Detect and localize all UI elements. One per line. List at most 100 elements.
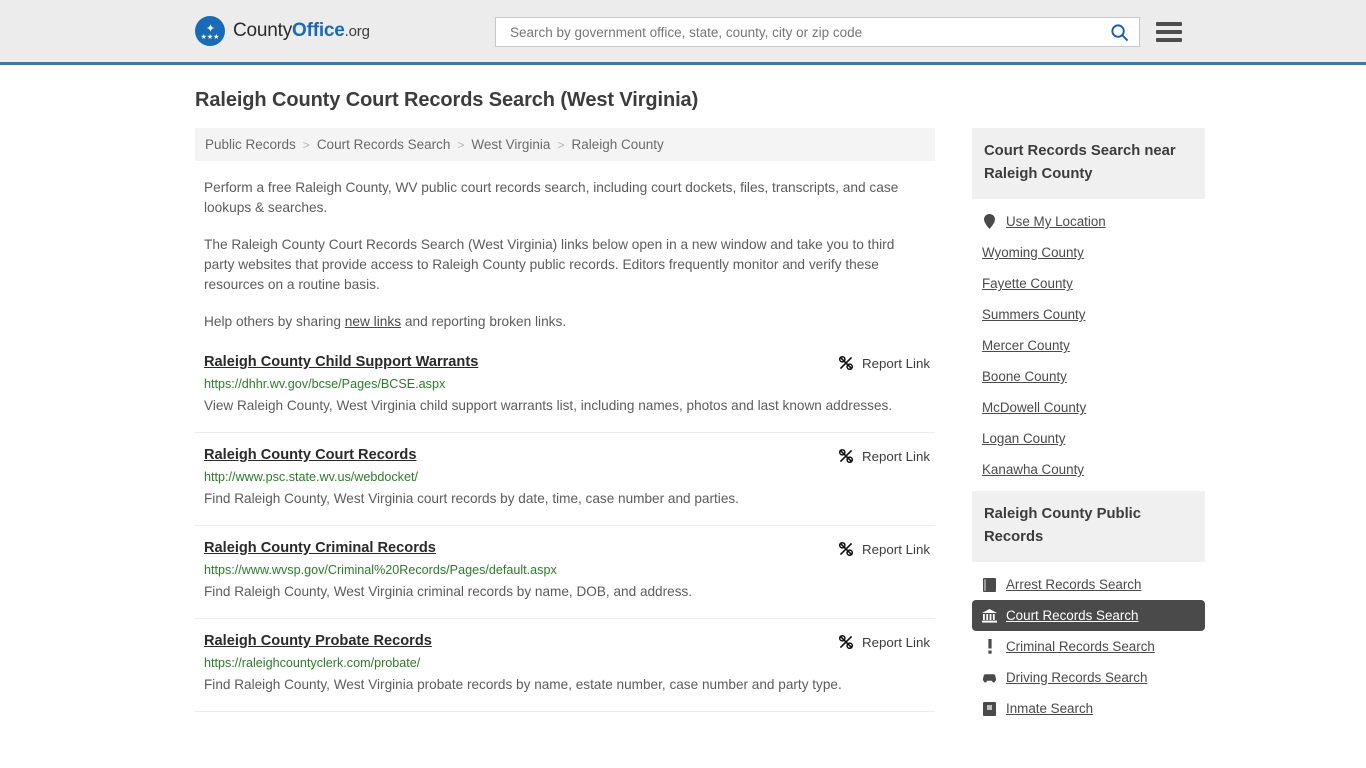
report-link-button[interactable]: Report Link [838,355,935,371]
share-text-after: and reporting broken links. [401,314,567,329]
result-header: Raleigh County Probate Records Report Lin… [204,633,935,650]
stars-glyph: ★★★ [200,33,220,41]
sidebar-item-label: Mercer County [982,338,1070,353]
nearby-counties-heading: Court Records Search near Raleigh County [972,128,1205,199]
sidebar-item-summers-county[interactable]: Summers County [972,299,1205,330]
result-header: Raleigh County Court Records Report Link [204,447,935,464]
sidebar-item-fayette-county[interactable]: Fayette County [972,268,1205,299]
map-pin-icon [982,214,997,229]
public-records-list: Arrest Records Search Court Records Searc… [972,562,1205,724]
breadcrumb-item-court-records-search[interactable]: Court Records Search [317,137,451,152]
broken-link-icon [838,634,854,650]
site-header: ✦ ★★★ CountyOffice.org [0,0,1366,65]
sidebar-item-criminal-records-search[interactable]: Criminal Records Search [972,631,1205,662]
jail-building-icon [982,701,997,716]
sidebar-item-label: Court Records Search [1006,608,1139,623]
result-header: Raleigh County Child Support Warrants Rep… [204,354,935,371]
report-link-button[interactable]: Report Link [838,448,935,464]
result-title-link[interactable]: Raleigh County Criminal Records [204,540,436,556]
site-logo[interactable]: ✦ ★★★ CountyOffice.org [195,16,370,46]
sidebar-item-use-my-location[interactable]: Use My Location [972,206,1205,237]
result-url: https://dhhr.wv.gov/bcse/Pages/BCSE.aspx [204,377,446,391]
sidebar-item-wyoming-county[interactable]: Wyoming County [972,237,1205,268]
result-item: Raleigh County Criminal Records Report Li… [195,540,935,619]
result-description: Find Raleigh County, West Virginia proba… [204,677,842,692]
sidebar-item-label: Boone County [982,369,1067,384]
public-records-card: Raleigh County Public Records Arrest Rec… [972,491,1205,724]
sidebar-item-label: McDowell County [982,400,1087,415]
sidebar-item-label: Driving Records Search [1006,670,1148,685]
intro-paragraph-3: Help others by sharing new links and rep… [204,312,920,332]
nearby-counties-list: Use My Location Wyoming County Fayette Cou… [972,199,1205,485]
result-title-link[interactable]: Raleigh County Child Support Warrants [204,354,478,370]
sidebar-item-label: Summers County [982,307,1086,322]
sidebar-item-court-records-search[interactable]: Court Records Search [972,600,1205,631]
breadcrumb: Public Records > Court Records Search > West… [195,128,935,161]
sidebar-item-label: Criminal Records Search [1006,639,1155,654]
sidebar: Court Records Search near Raleigh County… [972,128,1205,730]
report-link-button[interactable]: Report Link [838,541,935,557]
page-title: Raleigh County Court Records Search (Wes… [195,89,699,111]
breadcrumb-item-west-virginia[interactable]: West Virginia [471,137,550,152]
car-icon [982,670,997,685]
sidebar-item-label: Arrest Records Search [1006,577,1142,592]
header-search-area [495,17,1182,47]
sidebar-item-kanawha-county[interactable]: Kanawha County [972,454,1205,485]
intro-paragraph-2: The Raleigh County Court Records Search … [204,237,895,292]
sidebar-item-label: Fayette County [982,276,1073,291]
result-description: Find Raleigh County, West Virginia court… [204,491,739,506]
sidebar-item-label: Use My Location [1006,214,1106,229]
breadcrumb-separator: > [557,137,565,152]
logo-text-county: County [233,20,293,41]
sidebar-item-label: Kanawha County [982,462,1084,477]
result-item: Raleigh County Court Records Report Link h… [195,447,935,526]
new-links-link[interactable]: new links [345,314,401,329]
sidebar-item-label: Wyoming County [982,245,1084,260]
report-link-label: Report Link [862,541,930,557]
hamburger-bar [1156,30,1182,34]
public-records-heading: Raleigh County Public Records [972,491,1205,562]
result-title-link[interactable]: Raleigh County Court Records [204,447,416,463]
result-url: http://www.psc.state.wv.us/webdocket/ [204,470,418,484]
broken-link-icon [838,448,854,464]
breadcrumb-separator: > [302,137,310,152]
logo-wordmark: CountyOffice.org [233,20,370,42]
broken-link-icon [838,355,854,371]
result-description: View Raleigh County, West Virginia child… [204,398,893,413]
book-icon [982,577,997,592]
report-link-label: Report Link [862,355,930,371]
intro-paragraph-1: Perform a free Raleigh County, WV public… [204,180,899,215]
sidebar-item-driving-records-search[interactable]: Driving Records Search [972,662,1205,693]
page-body: Raleigh County Court Records Search (Wes… [0,89,1366,730]
broken-link-icon [838,541,854,557]
breadcrumb-separator: > [457,137,465,152]
main-column: Public Records > Court Records Search > West… [195,128,935,726]
result-item: Raleigh County Child Support Warrants Rep… [195,354,935,433]
sidebar-item-boone-county[interactable]: Boone County [972,361,1205,392]
sidebar-item-mcdowell-county[interactable]: McDowell County [972,392,1205,423]
courthouse-icon [982,608,997,623]
search-button[interactable] [1106,23,1133,42]
sidebar-item-mercer-county[interactable]: Mercer County [972,330,1205,361]
county-office-emblem-icon: ✦ ★★★ [195,16,225,46]
sidebar-item-logan-county[interactable]: Logan County [972,423,1205,454]
report-link-button[interactable]: Report Link [838,634,935,650]
hamburger-bar [1156,38,1182,42]
search-input[interactable] [508,23,1106,41]
search-icon [1111,23,1129,41]
breadcrumb-item-public-records[interactable]: Public Records [205,137,296,152]
hamburger-menu-icon[interactable] [1156,22,1182,42]
share-text-before: Help others by sharing [204,314,345,329]
result-url: https://raleighcountyclerk.com/probate/ [204,656,421,670]
result-header: Raleigh County Criminal Records Report Li… [204,540,935,557]
logo-text-office: Office [292,20,345,41]
sidebar-item-inmate-search[interactable]: Inmate Search [972,693,1205,724]
sidebar-item-arrest-records-search[interactable]: Arrest Records Search [972,569,1205,600]
result-item: Raleigh County Probate Records Report Lin… [195,633,935,712]
result-title-link[interactable]: Raleigh County Probate Records [204,633,432,649]
search-box[interactable] [495,17,1140,47]
sidebar-item-label: Logan County [982,431,1066,446]
content-columns: Public Records > Court Records Search > West… [195,128,1366,730]
report-link-label: Report Link [862,448,930,464]
breadcrumb-item-raleigh-county: Raleigh County [571,137,664,152]
